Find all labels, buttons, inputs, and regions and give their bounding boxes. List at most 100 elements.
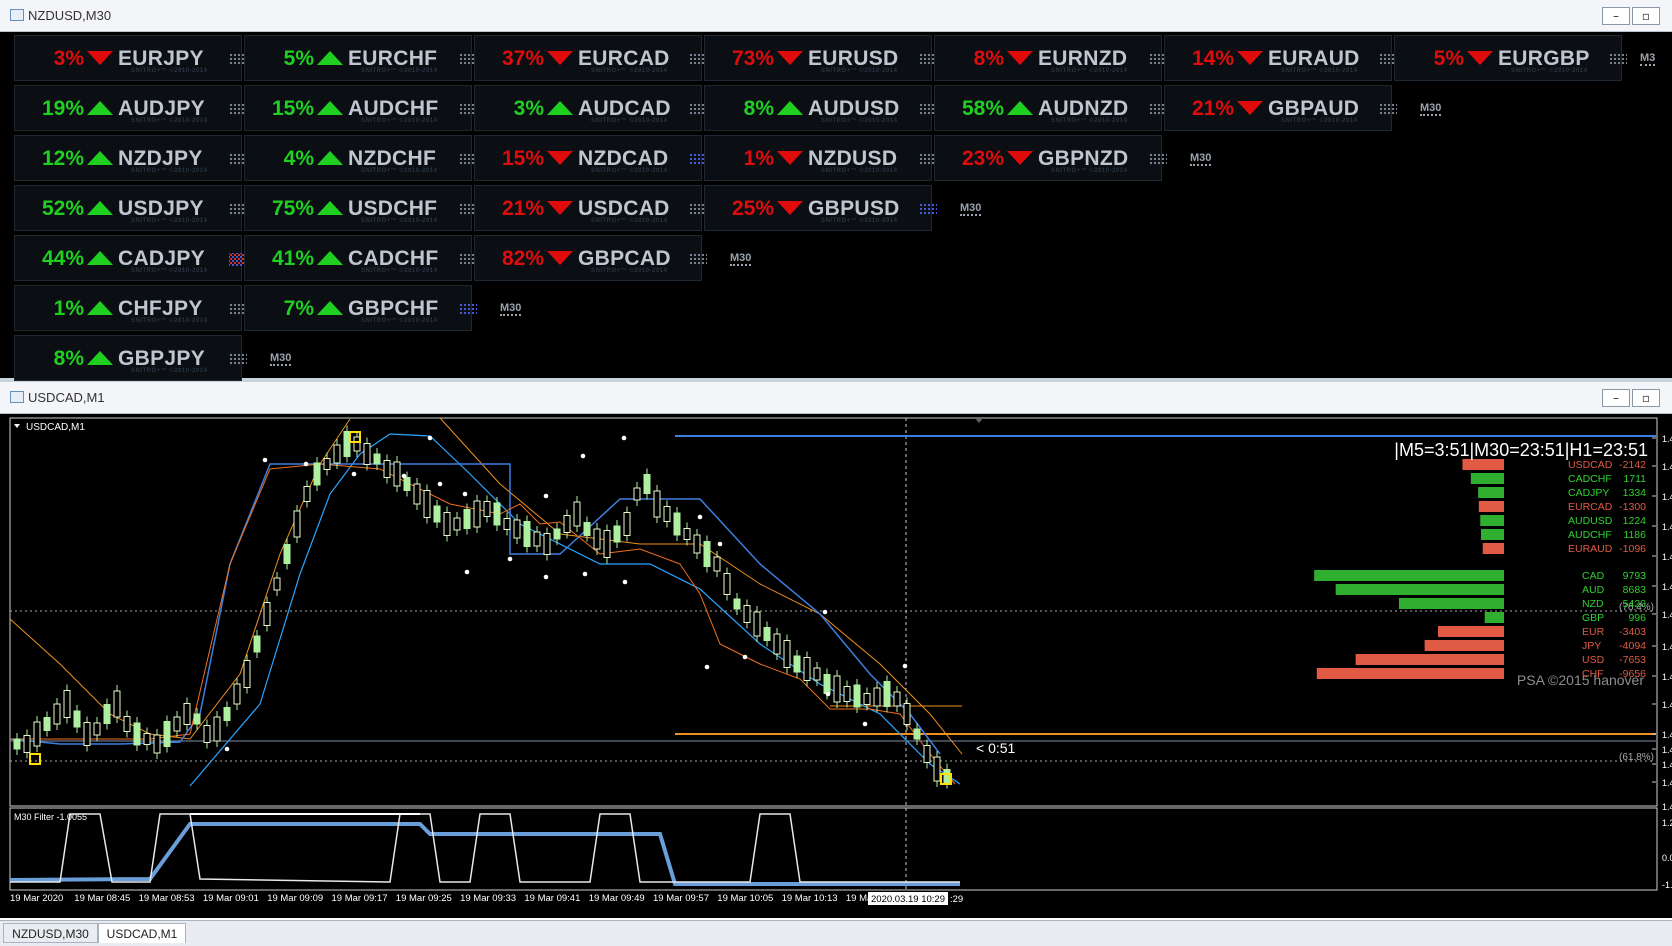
strength-currency-name: USD [1582,654,1605,666]
candle-body [23,735,31,753]
candle-body [713,556,721,572]
strength-currency-value: -3403 [1619,626,1646,638]
tile-eurchf[interactable]: 5% EURCHF SNITRO+™ ©2010-2014 [244,35,477,81]
price-tick-label: 1.4 [1662,802,1672,812]
tile-gbpaud[interactable]: 21% GBPAUD SNITRO+™ ©2010-2014 [1164,85,1397,131]
candle-body [153,734,161,754]
tile-nzdchf[interactable]: 4% NZDCHF SNITRO+™ ©2010-2014 [244,135,477,181]
tile-usdcad[interactable]: 21% USDCAD SNITRO+™ ©2010-2014 [474,185,707,231]
price-tick-label: 1.4 [1662,700,1672,710]
tile-nzdcad[interactable]: 15% NZDCAD SNITRO+™ ©2010-2014 [474,135,707,181]
timeframe-label: M30 [1190,152,1212,166]
price-tick-label: 1.4 [1662,642,1672,652]
price-chart[interactable]: |M5=3:51|M30=23:51|H1=23:51< 0:51(76.4%)… [0,414,1672,918]
minimize-icon[interactable]: – [1602,389,1630,407]
arrow-up-icon [87,251,113,265]
tile-chfjpy[interactable]: 1% CHFJPY SNITRO+™ ©2010-2014 [14,285,247,331]
minimize-icon[interactable]: – [1602,7,1630,25]
tile-eurjpy[interactable]: 3% EURJPY SNITRO+™ ©2010-2014 [14,35,247,81]
timer-readout: |M5=3:51|M30=23:51|H1=23:51 [1394,440,1648,460]
strength-currency-value: 8683 [1623,584,1647,596]
candle-body [903,703,911,725]
window-titlebar[interactable]: NZDUSD,M30 – ▫ [0,0,1672,32]
tile-watermark: SNITRO+™ ©2010-2014 [131,118,208,124]
maximize-icon[interactable]: ▫ [1632,389,1660,407]
tab-nzdusd[interactable]: NZDUSD,M30 [3,923,98,943]
candle-body [533,531,541,547]
tile-gbpchf[interactable]: 7% GBPCHF SNITRO+™ ©2010-2014 [244,285,477,331]
tile-eurgbp[interactable]: 5% EURGBP SNITRO+™ ©2010-2014 [1394,35,1627,81]
strength-pair-name: EURCAD [1568,501,1613,513]
tile-gbpusd[interactable]: 25% GBPUSD SNITRO+™ ©2010-2014 [704,185,937,231]
tile-watermark: SNITRO+™ ©2010-2014 [361,68,438,74]
tile-audjpy[interactable]: 19% AUDJPY SNITRO+™ ©2010-2014 [14,85,247,131]
tile-gbpcad[interactable]: 82% GBPCAD SNITRO+™ ©2010-2014 [474,235,707,281]
tile-nzdusd[interactable]: 1% NZDUSD SNITRO+™ ©2010-2014 [704,135,937,181]
strength-bar [1438,626,1504,637]
pivot-dot [351,471,357,477]
main-pane-frame [9,417,1658,807]
candle-body [183,703,191,725]
tile-watermark: SNITRO+™ ©2010-2014 [361,118,438,124]
strength-bar [1481,529,1504,540]
filter-line-white [10,813,960,883]
time-axis-label: 19 Mar 08:53 [139,893,195,904]
pivot-dot [224,746,230,752]
candle-body [273,577,281,591]
candle-body [443,512,451,536]
tab-usdcad[interactable]: USDCAD,M1 [98,923,186,943]
candle-body [103,704,111,724]
candle-body [253,635,261,653]
tile-percent: 1% [743,147,774,170]
candle-body [513,519,521,539]
pivot-dot [742,654,748,660]
price-tick-label: 1.4 [1662,730,1672,740]
tile-watermark: SNITRO+™ ©2010-2014 [361,218,438,224]
candle-body [653,490,661,518]
price-tick-label: 1.4 [1662,672,1672,682]
candle-body [623,512,631,536]
arrow-down-icon [777,151,803,165]
candle-body [303,486,311,502]
tile-watermark: SNITRO+™ ©2010-2014 [821,218,898,224]
strength-pair-name: AUDCHF [1568,529,1612,541]
pivot-dot [543,574,549,580]
arrow-up-icon [87,101,113,115]
tile-cadjpy[interactable]: 44% CADJPY SNITRO+™ ©2010-2014 [14,235,247,281]
tile-gbpnzd[interactable]: 23% GBPNZD SNITRO+™ ©2010-2014 [934,135,1167,181]
window-titlebar[interactable]: USDCAD,M1 – ▫ [0,382,1672,414]
arrow-down-icon [547,151,573,165]
maximize-icon[interactable]: ▫ [1632,7,1660,25]
tile-audnzd[interactable]: 58% AUDNZD SNITRO+™ ©2010-2014 [934,85,1167,131]
price-tick-label: 1.4 [1662,462,1672,472]
candle-body [943,769,951,783]
tile-usdjpy[interactable]: 52% USDJPY SNITRO+™ ©2010-2014 [14,185,247,231]
candle-body [793,655,801,673]
tile-eurcad[interactable]: 37% EURCAD SNITRO+™ ©2010-2014 [474,35,707,81]
tile-watermark: SNITRO+™ ©2010-2014 [591,218,668,224]
tile-gbpjpy[interactable]: 8% GBPJPY SNITRO+™ ©2010-2014 [14,335,247,381]
candle-body [323,458,331,470]
tile-euraud[interactable]: 14% EURAUD SNITRO+™ ©2010-2014 [1164,35,1397,81]
strength-currency-name: CAD [1582,570,1605,582]
tile-eurusd[interactable]: 73% EURUSD SNITRO+™ ©2010-2014 [704,35,937,81]
tile-percent: 4% [283,147,314,170]
tile-eurnzd[interactable]: 8% EURNZD SNITRO+™ ©2010-2014 [934,35,1167,81]
tile-audcad[interactable]: 3% AUDCAD SNITRO+™ ©2010-2014 [474,85,707,131]
tile-percent: 7% [283,297,314,320]
candle-body [223,707,231,721]
price-tick-label: 1.4 [1662,778,1672,788]
arrow-down-icon [1237,51,1263,65]
tile-percent: 3% [53,47,84,70]
tile-usdchf[interactable]: 75% USDCHF SNITRO+™ ©2010-2014 [244,185,477,231]
tile-audchf[interactable]: 15% AUDCHF SNITRO+™ ©2010-2014 [244,85,477,131]
tile-nzdjpy[interactable]: 12% NZDJPY SNITRO+™ ©2010-2014 [14,135,247,181]
strength-pair-name: USDCAD [1568,459,1613,471]
candle-body [923,745,931,763]
tile-percent: 21% [1191,97,1234,120]
tile-watermark: SNITRO+™ ©2010-2014 [1051,168,1128,174]
price-tick-label: 1.4 [1662,582,1672,592]
tile-cadchf[interactable]: 41% CADCHF SNITRO+™ ©2010-2014 [244,235,477,281]
tile-percent: 3% [513,97,544,120]
tile-audusd[interactable]: 8% AUDUSD SNITRO+™ ©2010-2014 [704,85,937,131]
